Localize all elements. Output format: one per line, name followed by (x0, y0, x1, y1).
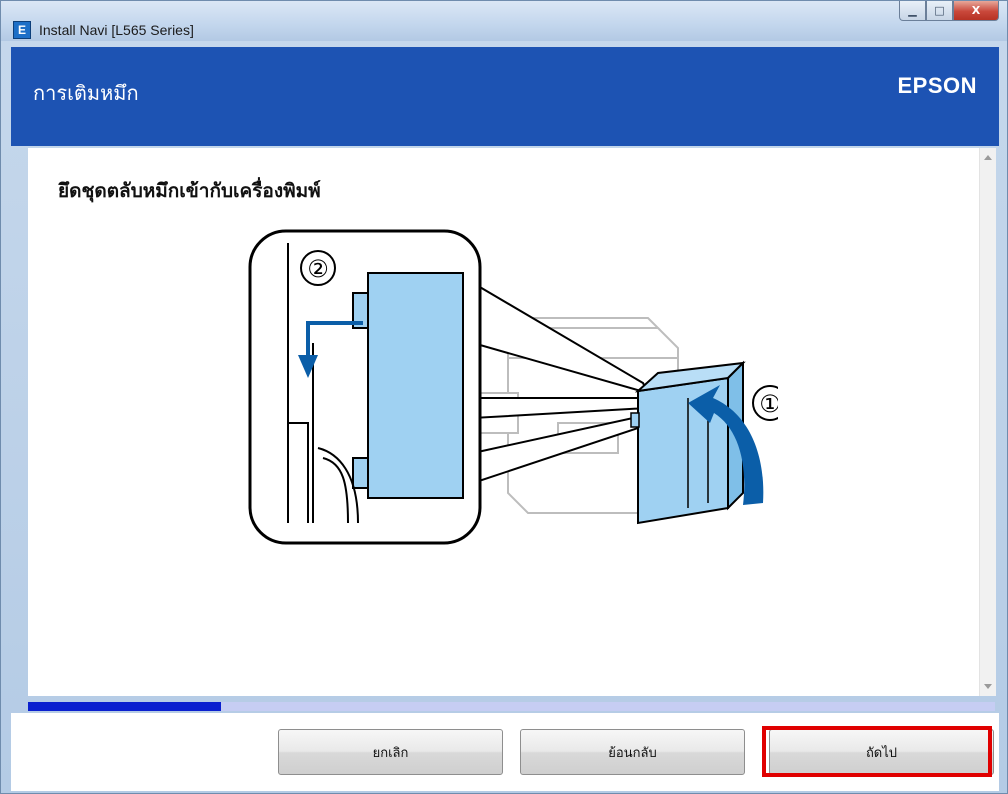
ink-tank-unit (630, 360, 746, 525)
zoom-callout (248, 229, 482, 545)
page-header: การเติมหมึก EPSON (11, 47, 999, 146)
back-button[interactable]: ย้อนกลับ (520, 729, 745, 775)
app-icon: E (13, 21, 31, 39)
scroll-up-icon[interactable] (984, 155, 992, 160)
next-button[interactable]: ถัดไป (769, 729, 994, 775)
close-icon: X (971, 4, 981, 17)
progress-fill (28, 702, 222, 711)
maximize-button[interactable]: □ (926, 1, 953, 21)
window-title: Install Navi [L565 Series] (39, 22, 194, 38)
step-1-label: ① (759, 390, 778, 418)
cancel-button[interactable]: ยกเลิก (278, 729, 503, 775)
scroll-down-icon[interactable] (984, 684, 992, 689)
installer-window: E Install Navi [L565 Series] ▁ □ X การเต… (0, 0, 1008, 794)
close-button[interactable]: X (953, 1, 999, 21)
title-bar[interactable]: E Install Navi [L565 Series] ▁ □ X (1, 1, 1007, 41)
page-title: การเติมหมึก (33, 81, 139, 105)
printer-ink-tank-attach-illustration: ① ② (248, 229, 778, 545)
step-2-label: ② (307, 255, 329, 283)
minimize-icon: ▁ (908, 4, 917, 17)
instruction-heading: ยึดชุดตลับหมึกเข้ากับเครื่องพิมพ์ (58, 180, 321, 202)
maximize-icon: □ (934, 4, 945, 17)
window-controls: ▁ □ X (899, 1, 999, 22)
content-panel: ยึดชุดตลับหมึกเข้ากับเครื่องพิมพ์ ① ② (28, 148, 979, 696)
vertical-scrollbar[interactable] (979, 148, 996, 696)
progress-bar (28, 702, 995, 711)
minimize-button[interactable]: ▁ (899, 1, 926, 21)
epson-logo: EPSON (897, 73, 977, 98)
